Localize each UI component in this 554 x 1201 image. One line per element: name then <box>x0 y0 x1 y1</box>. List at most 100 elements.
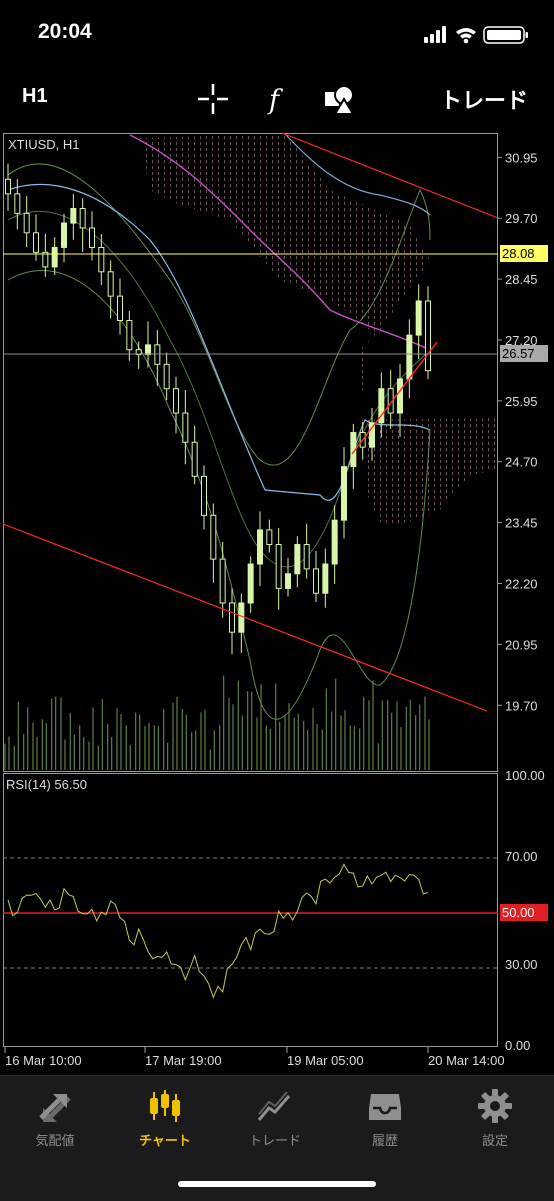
objects-icon[interactable] <box>323 82 357 116</box>
tab-chart[interactable]: チャート <box>110 1076 220 1156</box>
price-axis-label: 23.45 <box>505 516 538 531</box>
trade-button[interactable]: トレード <box>440 83 528 115</box>
price-axis-label: 24.70 <box>505 455 538 470</box>
status-bar: 20:04 <box>0 0 554 72</box>
tab-history[interactable]: 履歴 <box>330 1076 440 1156</box>
rsi-axis-label: 0.00 <box>505 1038 530 1053</box>
candle-body <box>173 388 179 414</box>
rsi-label: RSI(14) 56.50 <box>6 777 87 792</box>
candle-body <box>406 334 413 380</box>
crosshair-icon[interactable] <box>196 82 230 116</box>
status-icons <box>424 26 528 44</box>
candle-body <box>238 602 245 633</box>
price-axis-label: 28.45 <box>505 272 538 287</box>
candle-body <box>294 544 301 575</box>
candle-body <box>145 344 151 356</box>
time-axis-label: 19 Mar 05:00 <box>287 1053 364 1068</box>
rsi-level-label: 50.00 <box>502 905 535 920</box>
tab-settings-label: 設定 <box>481 1134 508 1149</box>
candle-body <box>331 519 338 565</box>
price-axis-label: 30.95 <box>505 150 538 165</box>
tab-history-label: 履歴 <box>371 1134 398 1149</box>
time-axis-label: 16 Mar 10:00 <box>5 1053 82 1068</box>
time-axis-label: 17 Mar 19:00 <box>145 1053 222 1068</box>
candle-body <box>397 378 403 414</box>
candle-body <box>126 320 133 351</box>
price-chart[interactable]: XTIUSD, H1 30.95 29.70 28.45 27.20 25.95 24.7… <box>0 130 554 1075</box>
rsi-axis-label: 100.00 <box>505 768 545 783</box>
chart-canvas[interactable]: XTIUSD, H1 30.9529.7028.4527.2025.9524.7… <box>0 130 554 1075</box>
rsi-line <box>7 863 429 999</box>
svg-text:f: f <box>267 85 283 116</box>
gear-icon <box>478 1089 512 1123</box>
home-indicator <box>178 1181 376 1187</box>
candle-body <box>98 246 105 273</box>
candle-body <box>70 207 77 224</box>
tab-chart-label: チャート <box>139 1134 191 1149</box>
candle-body <box>191 441 198 477</box>
candle-body <box>303 544 310 570</box>
candle-body <box>154 344 161 365</box>
symbol-label: XTIUSD, H1 <box>8 137 80 152</box>
candle-body <box>201 475 207 516</box>
rsi-axis-label: 70.00 <box>505 849 538 864</box>
candle-body <box>51 246 58 268</box>
tab-settings[interactable]: 設定 <box>440 1076 550 1156</box>
candle-body <box>341 466 347 521</box>
volume-bars <box>4 675 430 770</box>
price-axis-label: 25.95 <box>505 394 538 409</box>
candle-body <box>61 222 67 248</box>
candle-body <box>275 544 282 589</box>
wifi-icon <box>456 28 476 44</box>
candle-body <box>182 412 189 443</box>
candle-body <box>5 178 11 195</box>
price-axis-label: 20.95 <box>505 637 538 652</box>
price-axis-label: 22.20 <box>505 576 538 591</box>
battery-icon <box>483 26 528 44</box>
candle-body <box>219 558 226 604</box>
rsi-axis-label: 30.00 <box>505 957 538 972</box>
price-axis-label: 29.70 <box>505 211 538 226</box>
trade-line-icon <box>257 1091 291 1121</box>
candle-body <box>33 232 39 253</box>
candle-body <box>163 363 170 390</box>
candle-body <box>247 563 254 604</box>
candle-body <box>415 300 422 336</box>
indicators-icon[interactable]: f <box>260 82 294 116</box>
candle-body <box>89 227 95 248</box>
candle-body <box>266 529 273 546</box>
candle-body <box>229 602 235 633</box>
bollinger-lower <box>7 270 431 720</box>
timeframe-button[interactable]: H1 <box>22 85 48 108</box>
chart-toolbar: H1 f トレード <box>0 72 554 126</box>
candle-body <box>14 193 21 214</box>
price-axis: 30.9529.7028.4527.2025.9524.7023.4522.20… <box>497 150 538 713</box>
candle-body <box>210 514 217 560</box>
ichimoku-cloud <box>140 134 430 410</box>
candle-body <box>313 568 319 594</box>
trendline-lower <box>2 523 488 712</box>
candle-body <box>23 212 30 234</box>
hline-price-label: 28.08 <box>502 246 535 261</box>
price-axis-label: 19.70 <box>505 698 538 713</box>
candle-body <box>285 573 291 589</box>
time-axis: 16 Mar 10:00 17 Mar 19:00 19 Mar 05:00 20 M… <box>4 1047 505 1068</box>
candlestick-icon <box>150 1090 180 1122</box>
candle-body <box>107 271 114 297</box>
cellular-signal-icon <box>424 26 446 43</box>
tab-trade[interactable]: トレード <box>220 1076 330 1156</box>
tab-quotes[interactable]: 気配値 <box>0 1076 110 1156</box>
current-price-label: 26.57 <box>502 346 535 361</box>
history-tray-icon <box>369 1094 401 1120</box>
candle-body <box>79 207 86 229</box>
candle-body <box>257 529 263 565</box>
candle-body <box>425 300 431 372</box>
status-time: 20:04 <box>38 20 92 43</box>
time-axis-label: 20 Mar 14:00 <box>428 1053 505 1068</box>
quotes-arrows-icon <box>39 1094 71 1122</box>
tab-trade-label: トレード <box>248 1134 301 1149</box>
candle-body <box>322 563 329 594</box>
tab-quotes-label: 気配値 <box>35 1134 75 1149</box>
candle-body <box>117 295 123 322</box>
candle-body <box>42 251 49 268</box>
